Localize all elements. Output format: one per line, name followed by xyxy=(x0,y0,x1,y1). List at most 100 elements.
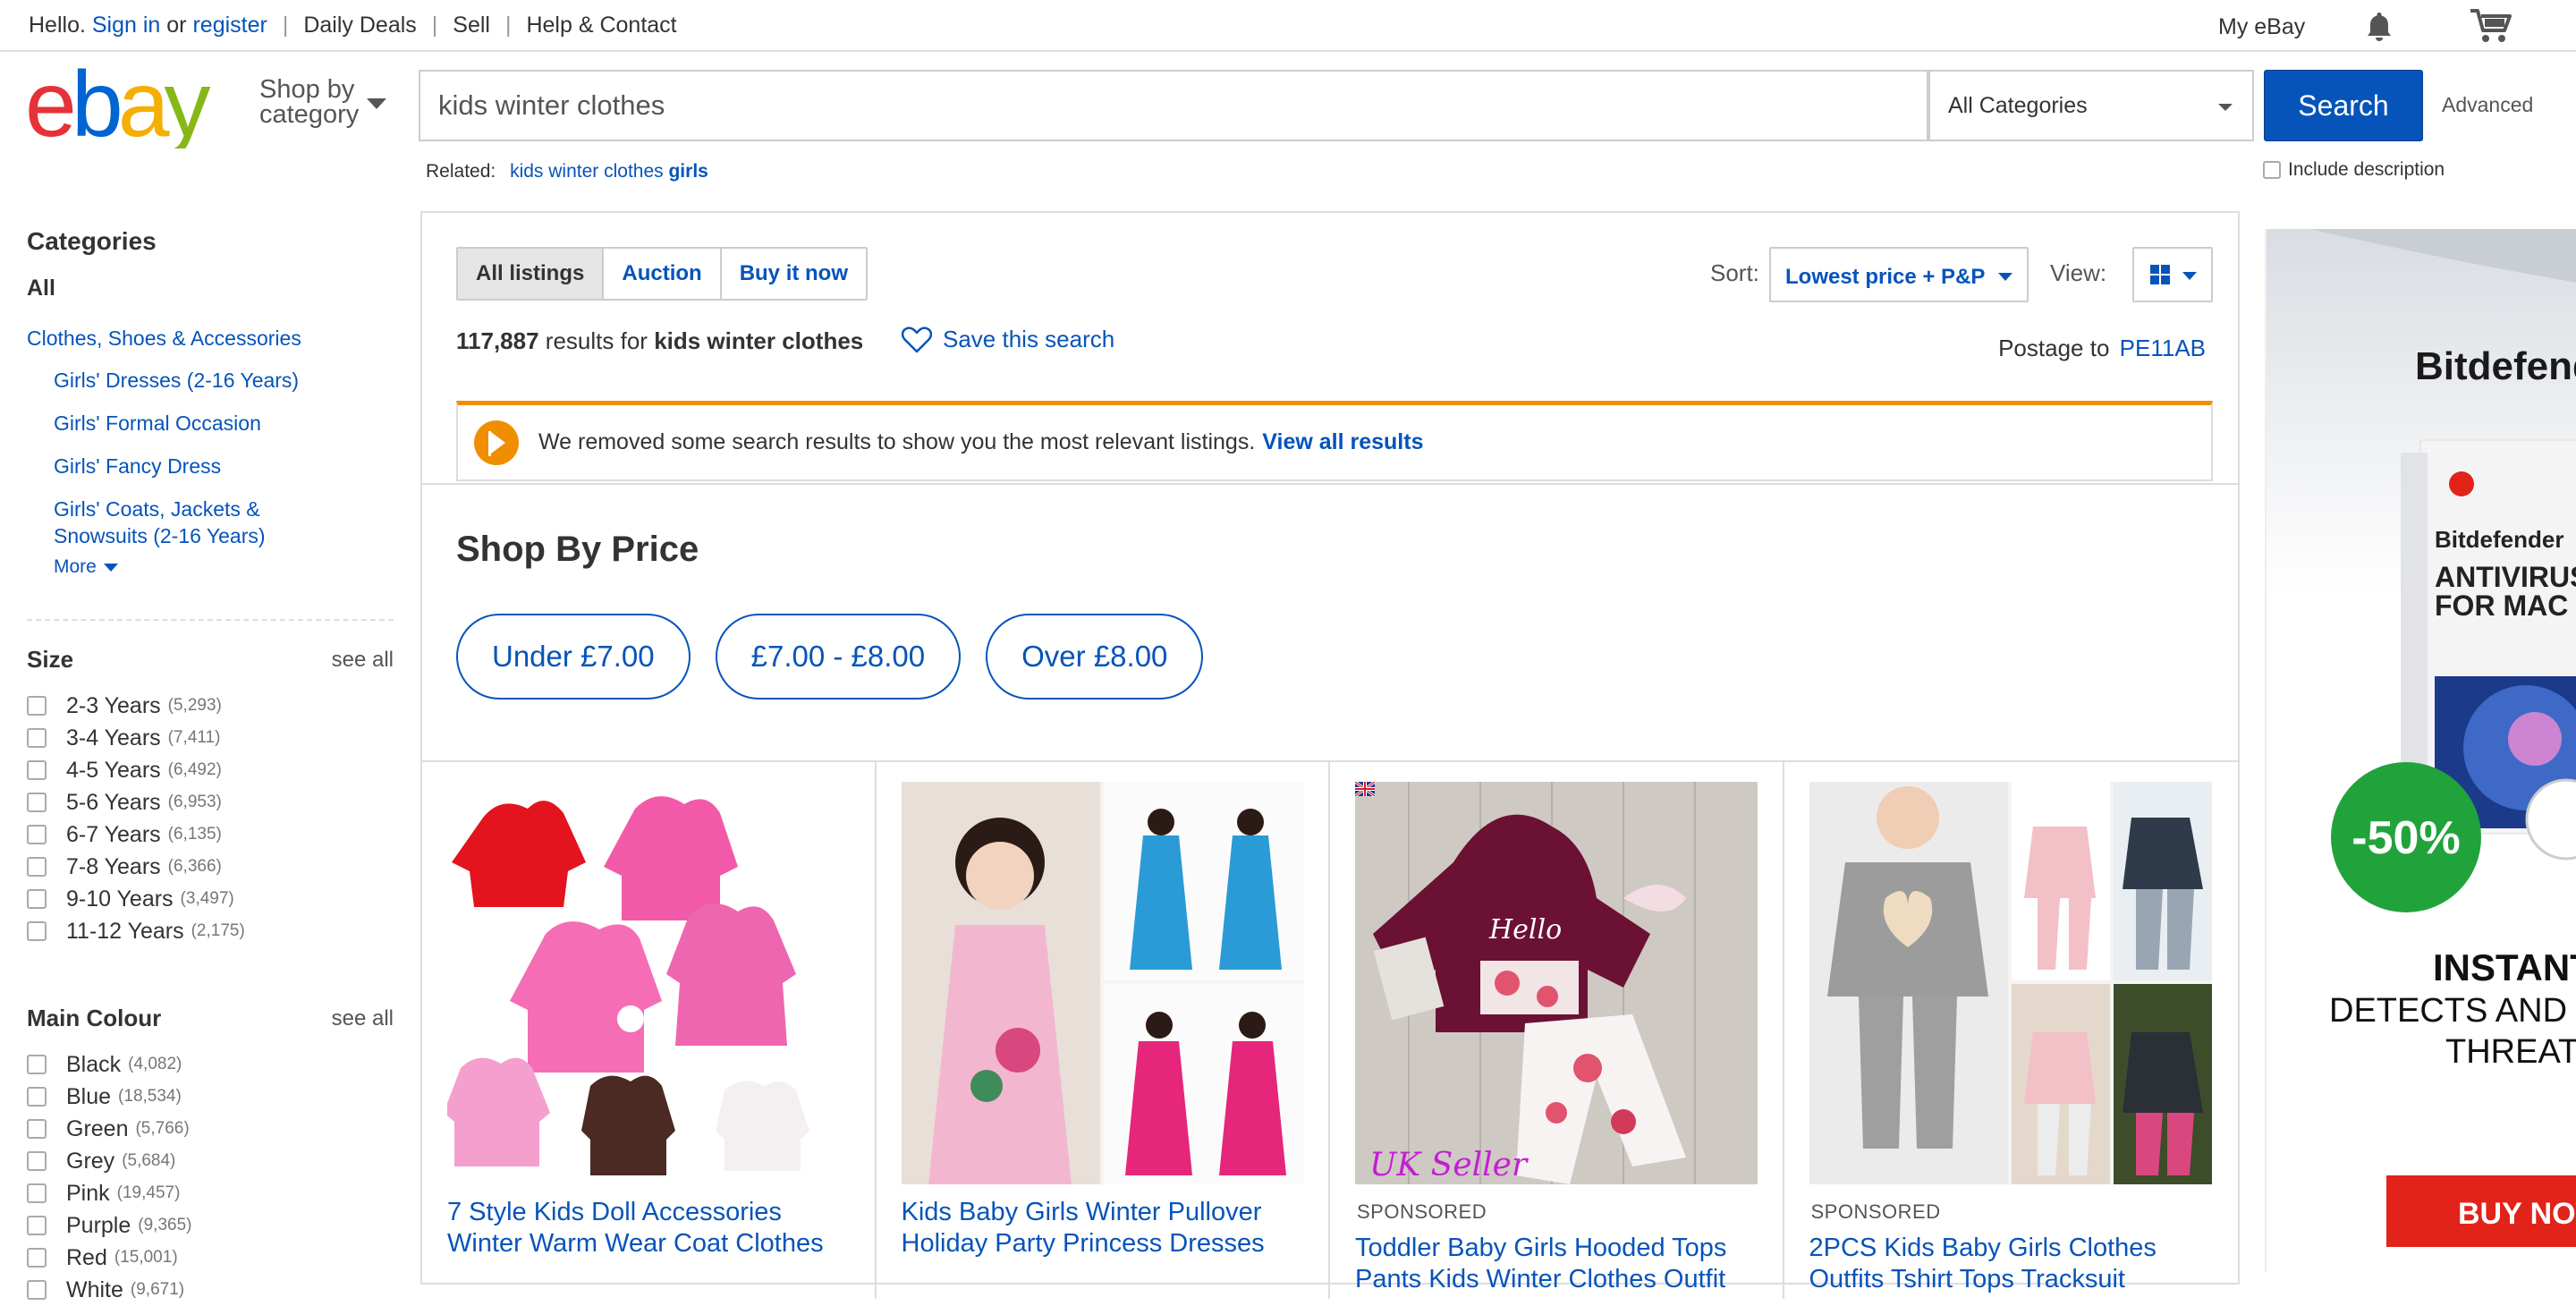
facet-item-colour[interactable]: Grey (5,684) xyxy=(27,1145,394,1177)
shop-by-price-section: Shop By Price Under £7.00 £7.00 - £8.00 … xyxy=(422,483,2238,760)
ebay-logo[interactable]: ebay xyxy=(25,53,240,157)
subcategory-girls-formal[interactable]: Girls' Formal Occasion xyxy=(54,411,261,435)
facet-item-size[interactable]: 5-6 Years (6,953) xyxy=(27,786,394,818)
ad-product-line2: FOR MAC xyxy=(2435,589,2568,622)
sell-link[interactable]: Sell xyxy=(453,13,490,38)
related-link[interactable]: kids winter clothes girls xyxy=(510,161,708,182)
colour-see-all-link[interactable]: see all xyxy=(332,1006,394,1031)
facet-item-size[interactable]: 7-8 Years (6,366) xyxy=(27,851,394,883)
checkbox[interactable] xyxy=(27,857,47,877)
related-link-bold: girls xyxy=(668,161,708,182)
product-title-link[interactable]: Toddler Baby Girls Hooded Tops Pants Kid… xyxy=(1355,1233,1758,1295)
help-contact-link[interactable]: Help & Contact xyxy=(526,13,676,38)
checkbox[interactable] xyxy=(27,793,47,812)
include-description-checkbox[interactable] xyxy=(2263,161,2281,179)
daily-deals-link[interactable]: Daily Deals xyxy=(303,13,416,38)
facet-item-colour[interactable]: Purple (9,365) xyxy=(27,1209,394,1242)
facet-item-size[interactable]: 11-12 Years (2,175) xyxy=(27,915,394,947)
tab-all-listings[interactable]: All listings xyxy=(458,249,605,299)
checkbox[interactable] xyxy=(27,696,47,716)
chevron-down-icon[interactable] xyxy=(367,98,386,109)
checkbox[interactable] xyxy=(27,825,47,844)
save-search-button[interactable]: Save this search xyxy=(902,326,1114,353)
more-categories-button[interactable]: More xyxy=(54,556,394,578)
listing-type-tabs: All listings Auction Buy it now xyxy=(456,247,869,301)
facet-label: Grey xyxy=(66,1148,115,1174)
or-text: or xyxy=(166,13,187,38)
category-clothes-shoes[interactable]: Clothes, Shoes & Accessories xyxy=(27,326,301,350)
facet-item-colour[interactable]: Red (15,001) xyxy=(27,1242,394,1274)
facet-item-size[interactable]: 3-4 Years (7,411) xyxy=(27,722,394,754)
checkbox[interactable] xyxy=(27,889,47,909)
facet-item-size[interactable]: 6-7 Years (6,135) xyxy=(27,818,394,851)
facet-item-colour[interactable]: Black (4,082) xyxy=(27,1048,394,1081)
checkbox[interactable] xyxy=(27,760,47,780)
checkbox[interactable] xyxy=(27,1151,47,1171)
product-card[interactable]: Kids Baby Girls Winter Pullover Holiday … xyxy=(877,762,1330,1299)
facet-item-colour[interactable]: White (9,671) xyxy=(27,1274,394,1306)
sidebar: Categories All Clothes, Shoes & Accessor… xyxy=(27,227,394,1306)
product-card[interactable]: 7 Style Kids Doll Accessories Winter War… xyxy=(422,762,877,1299)
price-over-button[interactable]: Over £8.00 xyxy=(986,614,1204,700)
product-image[interactable] xyxy=(1809,782,2212,1184)
postage-label: Postage to xyxy=(1998,335,2110,361)
subcategory-girls-dresses[interactable]: Girls' Dresses (2-16 Years) xyxy=(54,369,299,392)
size-see-all-link[interactable]: see all xyxy=(332,648,394,673)
tab-buy-it-now[interactable]: Buy it now xyxy=(722,249,866,299)
bell-icon[interactable] xyxy=(2361,9,2397,45)
view-select[interactable] xyxy=(2132,247,2213,302)
product-title-link[interactable]: Kids Baby Girls Winter Pullover Holiday … xyxy=(902,1197,1304,1259)
product-image[interactable] xyxy=(447,782,850,1184)
search-input[interactable] xyxy=(420,72,1927,140)
price-under-button[interactable]: Under £7.00 xyxy=(456,614,691,700)
product-card[interactable]: Hello UK Seller SPONSORED Toddler Baby G… xyxy=(1330,762,1784,1299)
product-card[interactable]: SPONSORED 2PCS Kids Baby Girls Clothes O… xyxy=(1784,762,2239,1299)
advertisement[interactable]: Bitdefender Bitdefender ANTIVIRUS FOR MA… xyxy=(2265,229,2576,1272)
checkbox[interactable] xyxy=(27,1280,47,1300)
related-link-text: kids winter clothes xyxy=(510,161,664,182)
checkbox[interactable] xyxy=(27,1055,47,1074)
facet-count: (7,411) xyxy=(167,728,221,747)
product-title-line: Outfits Tshirt Tops Tracksuit xyxy=(1809,1265,2126,1293)
sponsored-label: SPONSORED xyxy=(1357,1200,1487,1223)
register-link[interactable]: register xyxy=(192,13,267,38)
view-all-results-link[interactable]: View all results xyxy=(1262,429,1423,455)
checkbox[interactable] xyxy=(27,1183,47,1203)
tab-auction[interactable]: Auction xyxy=(604,249,722,299)
heart-icon xyxy=(902,326,932,352)
category-all[interactable]: All xyxy=(27,276,394,301)
facet-item-size[interactable]: 9-10 Years (3,497) xyxy=(27,883,394,915)
shop-by-category-button[interactable]: Shop by category xyxy=(259,77,359,128)
subcategory-girls-fancy-dress[interactable]: Girls' Fancy Dress xyxy=(54,454,221,478)
checkbox[interactable] xyxy=(27,1119,47,1139)
facet-item-colour[interactable]: Green (5,766) xyxy=(27,1113,394,1145)
separator: | xyxy=(282,13,289,38)
facet-item-colour[interactable]: Pink (19,457) xyxy=(27,1177,394,1209)
cart-icon[interactable] xyxy=(2469,7,2513,45)
facet-item-colour[interactable]: Blue (18,534) xyxy=(27,1081,394,1113)
sort-select[interactable]: Lowest price + P&P xyxy=(1769,247,2029,302)
subcategory-girls-coats[interactable]: Girls' Coats, Jackets & Snowsuits (2-16 … xyxy=(54,497,266,547)
my-ebay-link[interactable]: My eBay xyxy=(2218,14,2305,40)
checkbox[interactable] xyxy=(27,1087,47,1107)
price-range-button[interactable]: £7.00 - £8.00 xyxy=(715,614,962,700)
chevron-down-icon xyxy=(1998,273,2012,281)
advanced-search-link[interactable]: Advanced xyxy=(2442,93,2533,117)
sign-in-link[interactable]: Sign in xyxy=(92,13,160,38)
checkbox[interactable] xyxy=(27,1248,47,1268)
product-image[interactable]: Hello UK Seller xyxy=(1355,782,1758,1184)
product-image[interactable] xyxy=(901,782,1304,1184)
sort-value: Lowest price + P&P xyxy=(1785,265,1986,289)
product-title-link[interactable]: 7 Style Kids Doll Accessories Winter War… xyxy=(447,1197,850,1259)
category-select[interactable]: All Categories xyxy=(1928,70,2254,141)
checkbox[interactable] xyxy=(27,921,47,941)
include-description[interactable]: Include description xyxy=(2263,159,2445,181)
postcode-link[interactable]: PE11AB xyxy=(2120,335,2206,361)
search-box[interactable] xyxy=(419,70,1928,141)
checkbox[interactable] xyxy=(27,728,47,748)
product-title-link[interactable]: 2PCS Kids Baby Girls Clothes Outfits Tsh… xyxy=(1809,1233,2212,1295)
facet-item-size[interactable]: 4-5 Years (6,492) xyxy=(27,754,394,786)
facet-item-size[interactable]: 2-3 Years (5,293) xyxy=(27,690,394,722)
search-button[interactable]: Search xyxy=(2264,70,2423,141)
checkbox[interactable] xyxy=(27,1216,47,1235)
